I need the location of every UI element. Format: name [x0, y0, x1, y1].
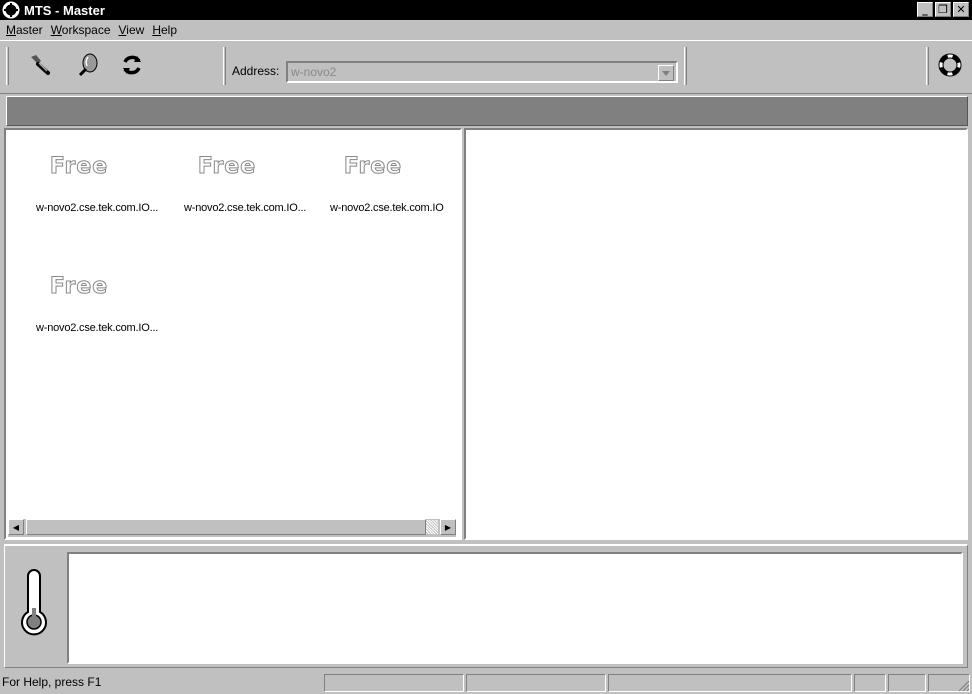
- status-pane: [466, 674, 606, 692]
- machine-host: w-novo2.cse.tek.com.IO...: [36, 322, 159, 334]
- toolbar-grip-right[interactable]: [684, 47, 687, 85]
- resize-grip-icon[interactable]: [958, 680, 970, 692]
- address-dropdown-button[interactable]: [658, 65, 674, 81]
- detail-pane[interactable]: [464, 128, 968, 540]
- scroll-track[interactable]: [426, 520, 438, 534]
- chevron-down-icon: [662, 70, 670, 76]
- machine-host: w-novo2.cse.tek.com.IO...: [36, 202, 159, 214]
- minimize-button[interactable]: _: [917, 2, 933, 17]
- status-pane: [324, 674, 464, 692]
- address-label: Address:: [232, 64, 280, 78]
- menu-bar: Master Workspace View Help: [0, 20, 972, 40]
- toolbar-grip[interactable]: [6, 47, 9, 85]
- menu-workspace[interactable]: Workspace: [49, 23, 117, 37]
- machine-list-pane[interactable]: Free w-novo2.cse.tek.com.IO... Free w-no…: [4, 128, 462, 540]
- log-output-area[interactable]: [67, 552, 963, 664]
- probe-button[interactable]: [74, 51, 102, 79]
- menu-master[interactable]: Master: [4, 23, 49, 37]
- thermometer-icon: [21, 569, 47, 636]
- log-panel: [4, 544, 968, 668]
- status-pane: [888, 674, 926, 692]
- menu-view[interactable]: View: [117, 23, 151, 37]
- close-button[interactable]: ✕: [953, 2, 969, 17]
- refresh-icon: [123, 55, 141, 75]
- connect-icon: [31, 55, 50, 75]
- address-combo[interactable]: w-novo2: [286, 61, 678, 83]
- scroll-right-button[interactable]: ▶: [440, 519, 456, 535]
- connect-button[interactable]: [26, 51, 54, 79]
- menu-help[interactable]: Help: [150, 23, 183, 37]
- address-value: w-novo2: [291, 65, 337, 79]
- scroll-left-button[interactable]: ◀: [8, 519, 24, 535]
- restore-button[interactable]: ❐: [935, 2, 951, 17]
- title-bar: MTS - Master _ ❐ ✕: [0, 0, 972, 20]
- status-pane: [854, 674, 886, 692]
- status-bar: For Help, press F1: [0, 672, 972, 694]
- banner-bar: [6, 96, 968, 126]
- machine-host: w-novo2.cse.tek.com.IO...: [184, 202, 307, 214]
- horizontal-scrollbar[interactable]: ◀ ▶: [8, 519, 456, 537]
- app-icon: [2, 1, 20, 19]
- refresh-button[interactable]: [118, 51, 146, 79]
- window-title: MTS - Master: [24, 2, 105, 18]
- machine-status: Free: [197, 154, 257, 180]
- toolbar-grip-address[interactable]: [223, 47, 226, 85]
- lifebuoy-icon: [938, 53, 962, 77]
- machine-status: Free: [343, 154, 403, 180]
- toolbar: Address: w-novo2: [0, 40, 972, 94]
- status-pane: [608, 674, 852, 692]
- scroll-thumb[interactable]: [26, 519, 426, 535]
- machine-host: w-novo2.cse.tek.com.IO: [330, 202, 444, 214]
- status-text: For Help, press F1: [2, 675, 102, 689]
- probe-icon: [78, 53, 98, 77]
- toolbar-grip-help[interactable]: [926, 47, 929, 85]
- help-button[interactable]: [936, 51, 964, 79]
- machine-status: Free: [49, 274, 109, 300]
- machine-status: Free: [49, 154, 109, 180]
